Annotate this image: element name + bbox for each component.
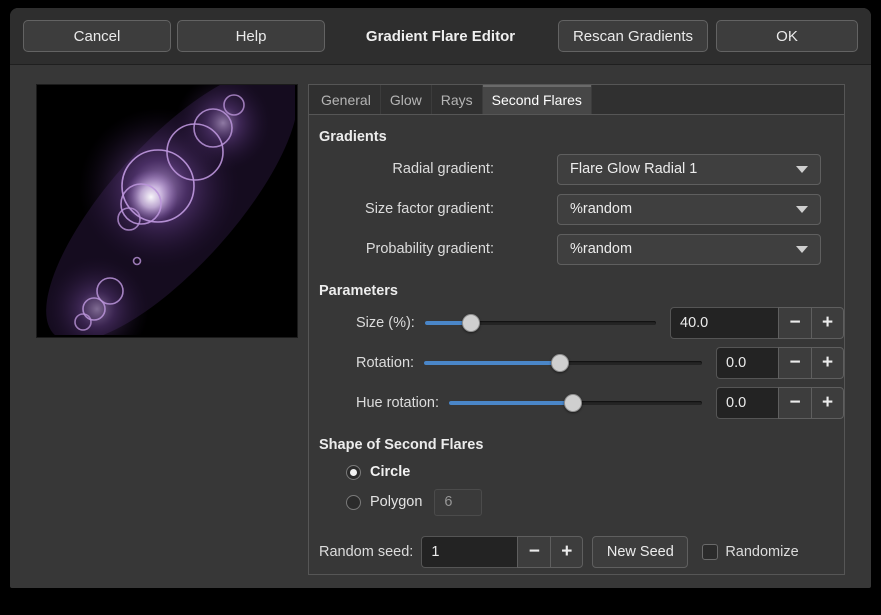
plus-icon[interactable]: + [550, 536, 583, 568]
flare-preview-image [37, 85, 295, 335]
radial-gradient-row: Radial gradient: Flare Glow Radial 1 [309, 149, 844, 189]
size-value-field[interactable]: 40.0 [670, 307, 778, 339]
plus-icon[interactable]: + [811, 387, 844, 419]
circle-radio[interactable] [346, 465, 361, 480]
minus-icon[interactable]: − [778, 347, 811, 379]
rotation-label: Rotation: [356, 355, 414, 371]
probability-gradient-row: Probability gradient: %random [309, 229, 844, 269]
random-seed-field[interactable]: 1 [421, 536, 517, 568]
size-factor-gradient-label: Size factor gradient: [309, 201, 494, 217]
random-seed-spin-group: 1 − + [421, 536, 583, 568]
radial-gradient-value: Flare Glow Radial 1 [570, 161, 697, 177]
randomize-checkbox[interactable] [702, 544, 718, 560]
circle-radio-row: Circle [309, 457, 844, 487]
tab-glow[interactable]: Glow [381, 85, 432, 114]
randomize-label[interactable]: Randomize [725, 544, 798, 560]
probability-gradient-dropdown[interactable]: %random [557, 234, 821, 265]
hue-rotation-row: Hue rotation: 0.0 − + [309, 383, 844, 423]
tab-general[interactable]: General [312, 85, 381, 114]
radial-gradient-label: Radial gradient: [309, 161, 494, 177]
hue-rotation-value-field[interactable]: 0.0 [716, 387, 778, 419]
tab-second-flares[interactable]: Second Flares [483, 85, 592, 114]
rescan-gradients-button[interactable]: Rescan Gradients [558, 20, 708, 52]
random-seed-row: Random seed: 1 − + New Seed Randomize [319, 535, 844, 569]
size-factor-gradient-value: %random [570, 201, 632, 217]
hue-rotation-slider[interactable] [449, 387, 702, 419]
slider-thumb[interactable] [564, 394, 582, 412]
gradients-section-title: Gradients [319, 125, 844, 149]
size-slider[interactable] [425, 307, 656, 339]
rotation-spin-group: 0.0 − + [716, 347, 844, 379]
help-button[interactable]: Help [177, 20, 325, 52]
ok-button[interactable]: OK [716, 20, 858, 52]
size-spin-group: 40.0 − + [670, 307, 844, 339]
hue-rotation-spin-group: 0.0 − + [716, 387, 844, 419]
tab-rays[interactable]: Rays [432, 85, 483, 114]
shape-section-title: Shape of Second Flares [319, 433, 844, 457]
size-factor-gradient-row: Size factor gradient: %random [309, 189, 844, 229]
window-title: Gradient Flare Editor [366, 28, 515, 45]
minus-icon[interactable]: − [517, 536, 550, 568]
polygon-radio-label[interactable]: Polygon [370, 494, 422, 510]
size-row: Size (%): 40.0 − + [309, 303, 844, 343]
circle-radio-label[interactable]: Circle [370, 464, 410, 480]
random-seed-label: Random seed: [319, 544, 413, 560]
plus-icon[interactable]: + [811, 347, 844, 379]
tab-strip: General Glow Rays Second Flares [309, 85, 844, 115]
chevron-down-icon [796, 166, 808, 173]
probability-gradient-value: %random [570, 241, 632, 257]
cancel-button[interactable]: Cancel [23, 20, 171, 52]
minus-icon[interactable]: − [778, 307, 811, 339]
plus-icon[interactable]: + [811, 307, 844, 339]
new-seed-button[interactable]: New Seed [592, 536, 688, 568]
parameters-section-title: Parameters [319, 279, 844, 303]
slider-fill [449, 401, 573, 405]
chevron-down-icon [796, 206, 808, 213]
headerbar: Cancel Help Gradient Flare Editor Rescan… [10, 8, 871, 65]
radial-gradient-dropdown[interactable]: Flare Glow Radial 1 [557, 154, 821, 185]
size-factor-gradient-dropdown[interactable]: %random [557, 194, 821, 225]
slider-thumb[interactable] [551, 354, 569, 372]
minus-icon[interactable]: − [778, 387, 811, 419]
size-label: Size (%): [356, 315, 415, 331]
rotation-value-field[interactable]: 0.0 [716, 347, 778, 379]
slider-thumb[interactable] [462, 314, 480, 332]
flare-preview [36, 84, 298, 338]
gradient-flare-editor-dialog: Cancel Help Gradient Flare Editor Rescan… [10, 8, 871, 588]
probability-gradient-label: Probability gradient: [309, 241, 494, 257]
second-flares-panel: General Glow Rays Second Flares Gradient… [308, 84, 845, 575]
rotation-row: Rotation: 0.0 − + [309, 343, 844, 383]
polygon-radio[interactable] [346, 495, 361, 510]
polygon-sides-field[interactable]: 6 [434, 489, 482, 516]
polygon-radio-row: Polygon 6 [309, 487, 844, 517]
rotation-slider[interactable] [424, 347, 702, 379]
slider-fill [424, 361, 560, 365]
hue-rotation-label: Hue rotation: [356, 395, 439, 411]
chevron-down-icon [796, 246, 808, 253]
